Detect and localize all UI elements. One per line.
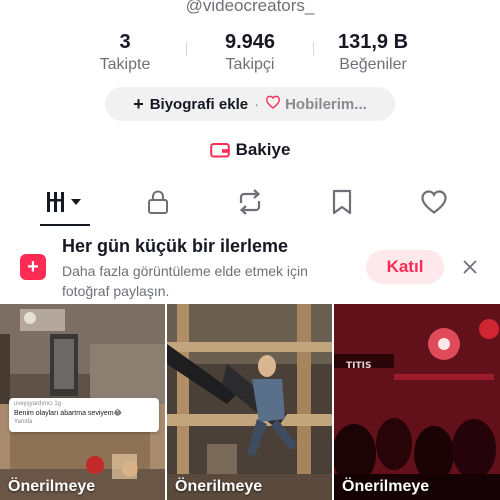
bookmark-icon: [331, 189, 353, 220]
separator-dot: ·: [254, 95, 260, 113]
svg-text:TITIS: TITIS: [346, 361, 371, 371]
comment-text: Benim olayları abartma seviyem😂: [14, 410, 122, 417]
stats-divider: [186, 42, 187, 56]
following-label: Takipte: [99, 56, 151, 73]
tab-favorites[interactable]: [312, 184, 372, 224]
wallet-icon: [209, 142, 230, 158]
followers-label: Takipçi: [225, 56, 275, 73]
likes-stat[interactable]: 131,9 B Beğeniler: [323, 30, 423, 75]
hobbies-label[interactable]: Hobilerim...: [285, 96, 367, 113]
video-status-label: Önerilmeye: [8, 478, 96, 495]
profile-tabs: [0, 184, 500, 224]
video-thumbnail[interactable]: Önerilmeye: [167, 304, 332, 500]
video-thumbnail[interactable]: uveyşyardımcı 1g Benim olayları abartma …: [0, 304, 165, 500]
grid-icon: [43, 189, 87, 220]
repost-icon: [236, 188, 264, 220]
video-thumbnail[interactable]: TITIS Önerilmeye: [334, 304, 500, 500]
plus-icon: +: [133, 93, 144, 114]
banner-text: Daha fazla görüntüleme elde etmek için f…: [62, 263, 308, 299]
likes-count: 131,9 B: [337, 31, 409, 53]
add-photo-icon: +: [20, 254, 46, 280]
following-count: 3: [119, 31, 131, 53]
join-button[interactable]: Katıl: [366, 250, 444, 284]
followers-stat[interactable]: 9.946 Takipçi: [200, 30, 300, 75]
video-grid: uveyşyardımcı 1g Benim olayları abartma …: [0, 304, 500, 500]
video-status-label: Önerilmeye: [342, 478, 430, 495]
profile-username: @videocreators_: [185, 0, 315, 15]
tab-videos[interactable]: [35, 184, 95, 224]
video-status-label: Önerilmeye: [175, 478, 263, 495]
video-thumbnail-image: [167, 304, 332, 500]
likes-label: Beğeniler: [339, 56, 407, 73]
heart-icon: [420, 189, 448, 220]
comment-user: uveyşyardımcı 1g: [14, 401, 62, 407]
banner-title: Her gün küçük bir ilerleme: [62, 236, 289, 256]
comment-reply: Yanıtla: [14, 419, 33, 425]
active-tab-indicator: [40, 224, 90, 226]
comment-card: uveyşyardımcı 1g Benim olayları abartma …: [9, 398, 159, 432]
heart-outline-icon: [265, 95, 281, 113]
stats-divider: [313, 42, 314, 56]
lock-icon: [147, 189, 169, 220]
following-stat[interactable]: 3 Takipte: [75, 30, 175, 75]
tab-private[interactable]: [128, 184, 188, 224]
balance-label: Bakiye: [235, 140, 291, 159]
add-bio-label[interactable]: Biyografi ekle: [150, 96, 248, 113]
video-thumbnail-image: TITIS: [334, 304, 500, 500]
profile-stats: 3 Takipte 9.946 Takipçi 131,9 B Beğenile…: [0, 30, 500, 76]
tab-liked[interactable]: [404, 184, 464, 224]
close-icon[interactable]: [458, 255, 482, 279]
bio-hobbies-pill[interactable]: + Biyografi ekle · Hobilerim...: [105, 87, 395, 121]
tab-reposts[interactable]: [220, 184, 280, 224]
balance-row[interactable]: Bakiye: [0, 140, 500, 160]
followers-count: 9.946: [224, 31, 276, 53]
